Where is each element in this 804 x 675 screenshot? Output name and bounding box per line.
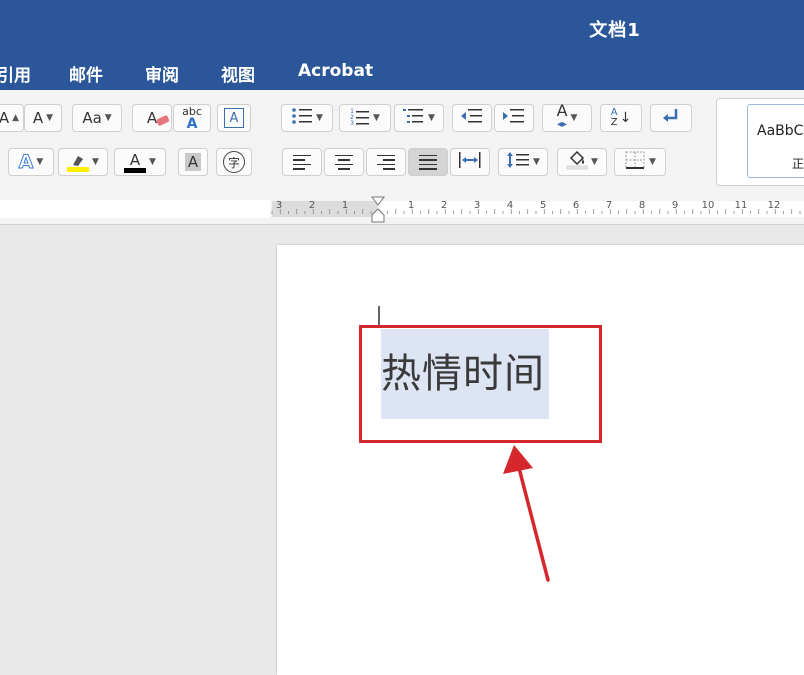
ruler-label: 5 [540, 200, 546, 211]
tab-view[interactable]: 视图 [221, 61, 255, 86]
character-shading-icon: A [184, 153, 202, 171]
increase-indent-button[interactable] [494, 104, 534, 132]
paint-bucket-icon [566, 150, 588, 174]
line-spacing-button[interactable]: ▼ [498, 148, 548, 176]
align-center-button[interactable] [324, 148, 364, 176]
multilevel-list-button[interactable]: ▼ [394, 104, 444, 132]
title-bar: 文档1 引用 邮件 审阅 视图 Acrobat [0, 0, 804, 90]
change-case-button[interactable]: Aa ▼ [72, 104, 122, 132]
horizontal-ruler[interactable]: 1 2 3 4 5 6 7 8 9 10 11 12 1 2 3 [0, 194, 804, 225]
line-spacing-icon [506, 151, 530, 173]
sort-icon: A Z ↓ [610, 107, 632, 128]
clear-formatting-button[interactable]: A [132, 104, 172, 132]
font-color-button[interactable]: A ▼ [114, 148, 166, 176]
tab-acrobat[interactable]: Acrobat [298, 61, 373, 81]
ruler-label: 9 [672, 200, 678, 211]
borders-button[interactable]: ▼ [614, 148, 666, 176]
ruler-label: 3 [276, 200, 282, 211]
font-color-icon: A [129, 150, 141, 169]
bullets-button[interactable]: ▼ [281, 104, 333, 132]
align-left-button[interactable] [282, 148, 322, 176]
character-shading-button[interactable]: A [178, 148, 208, 176]
ruler-label: 12 [768, 200, 781, 211]
multilevel-list-icon [403, 107, 425, 129]
document-title: 文档1 [589, 20, 641, 41]
ruler-margin-area [272, 201, 378, 217]
increase-indent-icon [502, 107, 526, 129]
bullet-list-icon [291, 107, 313, 129]
ruler-label: 2 [309, 200, 315, 211]
distribute-button[interactable] [450, 148, 490, 176]
decrease-indent-icon [460, 107, 484, 129]
character-spacing-button[interactable]: A ◂▸ ▼ [542, 101, 592, 132]
tab-references[interactable]: 引用 [0, 61, 31, 86]
ruler-label: 8 [639, 200, 645, 211]
tab-mailings[interactable]: 邮件 [69, 61, 103, 86]
annotation-arrow [503, 445, 550, 582]
align-left-icon [293, 154, 311, 170]
ruler-label: 1 [408, 200, 414, 211]
shading-button[interactable]: ▼ [557, 148, 607, 176]
change-case-icon: Aa [82, 109, 102, 127]
align-right-button[interactable] [366, 148, 406, 176]
highlighter-icon [67, 153, 90, 172]
align-center-icon [335, 154, 353, 170]
text-box-icon: A [224, 108, 244, 128]
ruler-label: 7 [606, 200, 612, 211]
highlight-box-annotation [359, 325, 602, 443]
style-preview-text: AaBbC [757, 123, 804, 139]
numbered-list-icon: 1 2 3 [350, 109, 370, 127]
ruler-scale: 1 2 3 4 5 6 7 8 9 10 11 12123 [271, 196, 804, 223]
ruler-label: 3 [474, 200, 480, 211]
distribute-icon [458, 151, 482, 173]
ruler-label: 1 [342, 200, 348, 211]
ruler-label: 4 [507, 200, 513, 211]
text-effects-button[interactable]: A ▼ [8, 148, 54, 176]
style-name-label: 正 [792, 157, 804, 171]
shrink-font-button[interactable]: A ▲ [0, 104, 24, 132]
sort-button[interactable]: A Z ↓ [600, 104, 642, 132]
ruler-label: 11 [735, 200, 748, 211]
text-box-button[interactable]: A [217, 104, 251, 132]
justify-button[interactable] [408, 148, 448, 176]
grow-font-button[interactable]: A ▼ [24, 104, 62, 132]
borders-icon [624, 150, 646, 174]
eraser-icon: A [147, 109, 169, 127]
ruler-label: 2 [441, 200, 447, 211]
align-right-icon [377, 154, 395, 170]
show-marks-button[interactable] [650, 104, 692, 132]
numbering-button[interactable]: 1 2 3 ▼ [339, 104, 391, 132]
ruler-label: 10 [702, 200, 715, 211]
text-cursor [378, 306, 380, 326]
tab-review[interactable]: 审阅 [145, 61, 179, 86]
highlight-color-button[interactable]: ▼ [58, 148, 108, 176]
style-normal-card[interactable]: AaBbC 正 [747, 104, 804, 178]
enclose-characters-button[interactable]: 字 [216, 148, 252, 176]
character-spacing-icon: A ◂▸ [556, 101, 568, 131]
ruler-label: 6 [573, 200, 579, 211]
justify-icon [419, 154, 437, 170]
text-effects-icon: A [18, 151, 34, 174]
spelling-button[interactable]: abc A [173, 104, 211, 132]
return-arrow-icon [661, 106, 681, 130]
decrease-indent-button[interactable] [452, 104, 492, 132]
enclose-characters-icon: 字 [223, 151, 245, 173]
